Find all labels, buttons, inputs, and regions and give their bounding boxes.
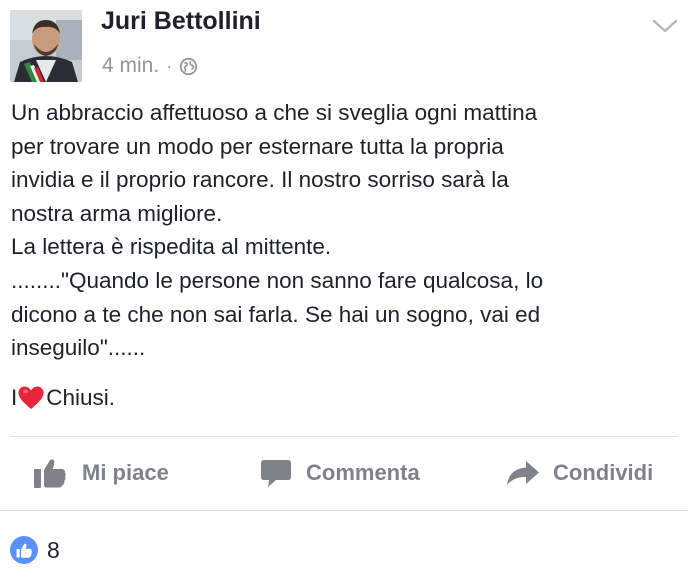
avatar[interactable]	[10, 10, 82, 82]
divider	[0, 510, 688, 511]
chevron-down-icon[interactable]	[648, 12, 682, 40]
heart-icon	[18, 386, 44, 409]
post-header: Juri Bettollini 4 min. ·	[0, 0, 688, 90]
like-label: Mi piace	[82, 460, 169, 485]
post-text-line: dicono a te che non sai farla. Se hai un…	[11, 301, 541, 327]
comment-label: Commenta	[306, 460, 420, 485]
comment-icon	[261, 460, 291, 487]
meta-separator: ·	[166, 55, 173, 76]
thumbs-up-icon	[34, 459, 66, 488]
like-button[interactable]: Mi piace	[33, 437, 169, 509]
share-button[interactable]: Condividi	[506, 437, 653, 509]
like-badge-icon	[10, 536, 38, 564]
post-text-line: ........"Quando le persone non sanno far…	[11, 267, 544, 293]
love-line-suffix: Chiusi.	[46, 384, 116, 410]
post-timestamp[interactable]: 4 min.	[102, 54, 159, 78]
post-text-line: per trovare un modo per esternare tutta …	[11, 133, 504, 159]
reaction-count: 8	[47, 536, 60, 563]
profile-photo	[10, 10, 82, 82]
post-text-line: La lettera è rispedita al mittente.	[11, 234, 332, 260]
post-text-line: nostra arma migliore.	[11, 200, 223, 226]
share-label: Condividi	[553, 460, 654, 485]
author-name[interactable]: Juri Bettollini	[101, 7, 261, 36]
post-text-line: inseguilo"......	[11, 335, 146, 361]
comment-button[interactable]: Commenta	[260, 437, 420, 509]
thumbs-up-icon	[16, 543, 32, 558]
post-body: Un abbraccio affettuoso a che si sveglia…	[11, 96, 681, 414]
post-meta: 4 min. ·	[102, 53, 198, 79]
action-bar: Mi piace Commenta Condividi	[0, 437, 688, 509]
post-text-line: Un abbraccio affettuoso a che si sveglia…	[11, 100, 538, 125]
post-text-line: invidia e il proprio rancore. Il nostro …	[11, 167, 509, 193]
reactions-summary[interactable]: 8	[10, 534, 60, 566]
love-line: I Chiusi.	[11, 381, 681, 415]
globe-icon[interactable]	[179, 57, 198, 76]
share-arrow-icon	[507, 461, 539, 485]
